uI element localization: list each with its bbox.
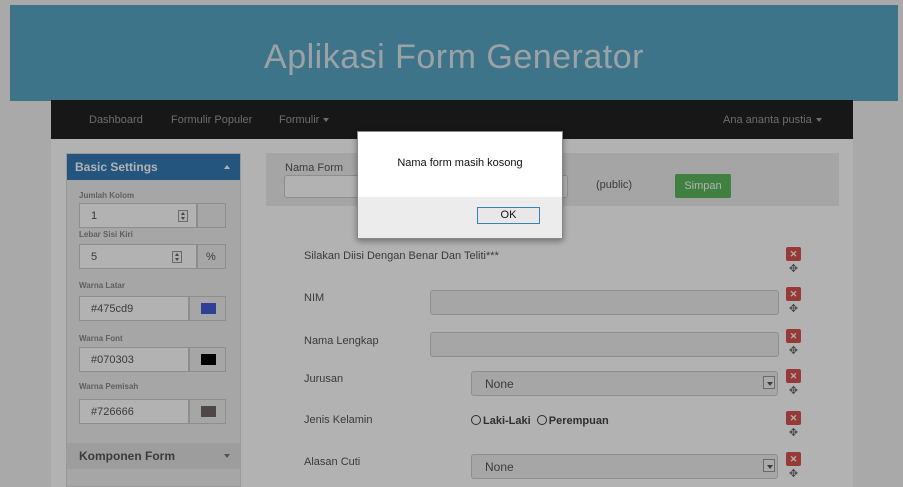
dialog-message: Nama form masih kosong	[397, 157, 523, 169]
ok-button[interactable]: OK	[477, 207, 540, 224]
modal-overlay	[0, 0, 903, 487]
dialog-footer: OK	[358, 197, 562, 238]
alert-dialog: Nama form masih kosong OK	[357, 131, 563, 239]
